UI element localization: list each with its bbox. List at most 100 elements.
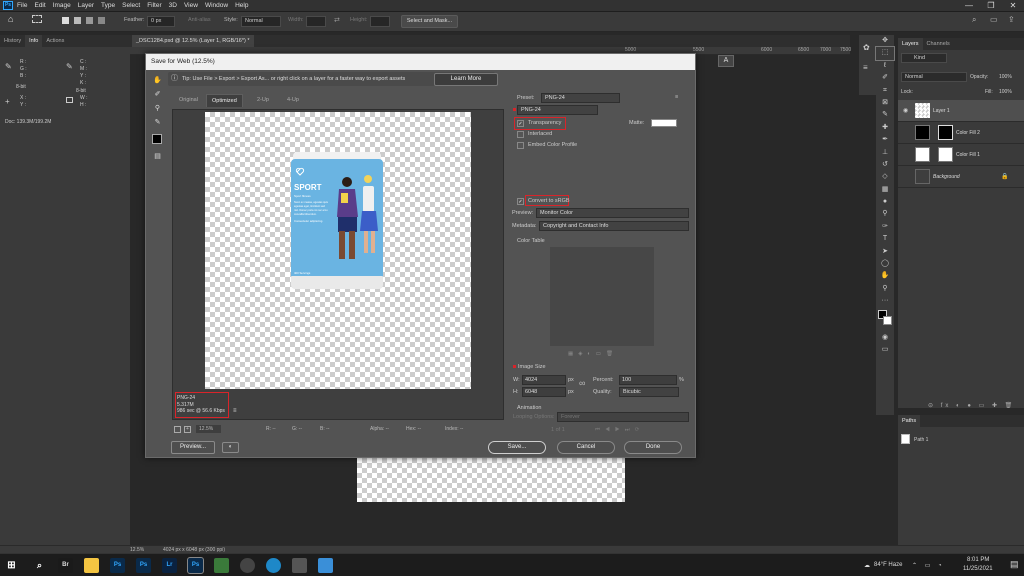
quality-select[interactable]: Bicubic bbox=[619, 387, 679, 397]
tab-optimized[interactable]: Optimized bbox=[206, 94, 243, 107]
menu-help[interactable]: Help bbox=[235, 2, 248, 9]
home-icon[interactable]: ⌂ bbox=[8, 14, 13, 24]
minimize-icon[interactable]: — bbox=[958, 0, 980, 12]
metadata-select[interactable]: Copyright and Contact Info bbox=[539, 221, 689, 231]
weather-text[interactable]: 84°F Haze bbox=[874, 562, 902, 568]
percent-input[interactable]: 100 bbox=[619, 375, 677, 385]
zoom-level-select[interactable]: 12.5% bbox=[196, 425, 221, 433]
tab-layers[interactable]: Layers bbox=[898, 38, 923, 50]
dodge-tool-icon[interactable]: ⚲ bbox=[876, 208, 894, 220]
menu-view[interactable]: View bbox=[184, 2, 198, 9]
layer-name[interactable]: Color Fill 1 bbox=[956, 152, 980, 158]
width-input[interactable] bbox=[306, 16, 326, 27]
eraser-tool-icon[interactable]: ◇ bbox=[876, 171, 894, 183]
select-and-mask-button[interactable]: Select and Mask... bbox=[401, 15, 458, 28]
opacity-value[interactable]: 100% bbox=[999, 74, 1012, 80]
lightroom-icon[interactable]: Lr bbox=[162, 558, 177, 573]
clock-date[interactable]: 11/25/2021 bbox=[963, 566, 993, 572]
animation-controls-icons[interactable]: ⏮◀▶⏭⟳ bbox=[595, 427, 644, 434]
tab-4-up[interactable]: 4-Up bbox=[282, 94, 304, 106]
share-icon[interactable]: ⇪ bbox=[1008, 15, 1015, 24]
add-selection-icon[interactable] bbox=[74, 17, 81, 24]
slice-select-icon[interactable]: ✐ bbox=[152, 89, 163, 100]
menu-file[interactable]: File bbox=[17, 2, 27, 9]
save-button[interactable]: Save... bbox=[488, 441, 546, 454]
color-table-actions-icons[interactable]: ▦◈◐▭🗑 bbox=[568, 351, 618, 357]
path-select-icon[interactable]: ➤ bbox=[876, 246, 894, 258]
preview-select[interactable]: Monitor Color bbox=[536, 208, 689, 218]
style-select[interactable]: Normal bbox=[241, 16, 281, 27]
history-brush-tool-icon[interactable]: ↺ bbox=[876, 159, 894, 171]
layer-row[interactable]: Background 🔒 bbox=[898, 166, 1024, 188]
weather-icon[interactable]: ☁ bbox=[864, 562, 870, 569]
type-tool-icon[interactable]: T bbox=[876, 233, 894, 245]
image-preview[interactable]: SPORT Sport fitness Nunc ex massa, egest… bbox=[205, 112, 471, 389]
layer-actions-icons[interactable]: ⊝ fx ◐ ● ▭ ✚ 🗑 bbox=[928, 402, 1015, 409]
menu-type[interactable]: Type bbox=[101, 2, 115, 9]
layer-name[interactable]: Color Fill 2 bbox=[956, 130, 980, 136]
cancel-button[interactable]: Cancel bbox=[557, 441, 615, 454]
menu-image[interactable]: Image bbox=[53, 2, 71, 9]
photoshop-icon-2[interactable]: Ps bbox=[136, 558, 151, 573]
quick-select-icon[interactable]: ✐ bbox=[876, 72, 894, 84]
learn-more-button[interactable]: Learn More bbox=[434, 73, 498, 86]
frame-tool-icon[interactable]: ⊠ bbox=[876, 97, 894, 109]
looping-select[interactable]: Forever bbox=[557, 412, 689, 422]
tab-2-up[interactable]: 2-Up bbox=[252, 94, 274, 106]
height-input[interactable]: 6048 bbox=[522, 387, 566, 397]
menu-edit[interactable]: Edit bbox=[34, 2, 45, 9]
blur-tool-icon[interactable]: ● bbox=[876, 196, 894, 208]
calculator-icon[interactable] bbox=[292, 558, 307, 573]
photoshop-app-icon[interactable]: Ps bbox=[3, 1, 13, 10]
browser-preview-icon[interactable]: ◐ bbox=[222, 442, 239, 453]
more-tools-icon[interactable]: ··· bbox=[876, 295, 894, 307]
hand-tool-icon[interactable]: ✋ bbox=[876, 270, 894, 282]
eyedropper-tool-icon[interactable]: ✎ bbox=[876, 109, 894, 121]
embed-profile-checkbox[interactable] bbox=[517, 142, 524, 149]
tab-paths[interactable]: Paths bbox=[898, 415, 921, 427]
convert-srgb-checkbox[interactable]: ✓ bbox=[517, 198, 524, 205]
notification-icon[interactable]: ▤ bbox=[1010, 559, 1019, 570]
color-swatches-icon[interactable] bbox=[876, 308, 894, 332]
windows-start-icon[interactable]: ⊞ bbox=[4, 558, 19, 573]
crop-tool-icon[interactable]: ⌗ bbox=[876, 85, 894, 97]
search-icon[interactable]: ⌕ bbox=[32, 558, 47, 573]
canvas-transparent-area[interactable] bbox=[357, 458, 625, 502]
menu-window[interactable]: Window bbox=[205, 2, 228, 9]
antialias-checkbox[interactable]: Anti-alias bbox=[188, 17, 211, 23]
tab-original[interactable]: Original bbox=[174, 94, 203, 106]
move-tool-icon[interactable]: ✥ bbox=[876, 35, 894, 47]
clone-stamp-icon[interactable]: ⊥ bbox=[876, 147, 894, 159]
system-tray-icons[interactable]: ⌃ ▭ ◔ bbox=[912, 562, 945, 569]
menu-layer[interactable]: Layer bbox=[78, 2, 94, 9]
photoshop-active-icon[interactable]: Ps bbox=[187, 557, 204, 574]
preview-button[interactable]: Preview... bbox=[171, 441, 215, 454]
pen-tool-icon[interactable]: ✑ bbox=[876, 221, 894, 233]
ellipse-tool-icon[interactable]: ◯ bbox=[876, 258, 894, 270]
height-input[interactable] bbox=[370, 16, 390, 27]
file-explorer-icon[interactable] bbox=[84, 558, 99, 573]
history-brush-icon[interactable]: ✿ bbox=[863, 43, 870, 52]
eyedropper-color-icon[interactable] bbox=[152, 134, 162, 144]
swap-icon[interactable]: ⇄ bbox=[334, 16, 340, 24]
layer-filter-kind[interactable]: Kind bbox=[901, 53, 947, 63]
lasso-tool-icon[interactable]: ℓ bbox=[876, 60, 894, 72]
screen-mode-icon[interactable]: ▭ bbox=[876, 344, 894, 356]
intersect-selection-icon[interactable] bbox=[98, 17, 105, 24]
notepad-icon[interactable] bbox=[318, 558, 333, 573]
zoom-tool-icon[interactable]: ⚲ bbox=[876, 283, 894, 295]
workspace-icon[interactable]: ▭ bbox=[990, 15, 998, 24]
menu-select[interactable]: Select bbox=[122, 2, 140, 9]
marquee-tool-icon[interactable]: ⬚ bbox=[875, 46, 895, 61]
width-input[interactable]: 4024 bbox=[522, 375, 566, 385]
feather-input[interactable]: 0 px bbox=[147, 16, 175, 27]
file-format-select[interactable]: PNG-24 bbox=[517, 105, 598, 115]
fill-value[interactable]: 100% bbox=[999, 89, 1012, 95]
preview-menu-icon[interactable]: ≡ bbox=[233, 408, 237, 414]
photoshop-icon[interactable]: Ps bbox=[110, 558, 125, 573]
menu-filter[interactable]: Filter bbox=[147, 2, 161, 9]
layer-row[interactable]: Color Fill 2 bbox=[898, 122, 1024, 144]
done-button[interactable]: Done bbox=[624, 441, 682, 454]
hand-tool-icon[interactable]: ✋ bbox=[152, 75, 163, 86]
gradient-tool-icon[interactable]: ▦ bbox=[876, 184, 894, 196]
